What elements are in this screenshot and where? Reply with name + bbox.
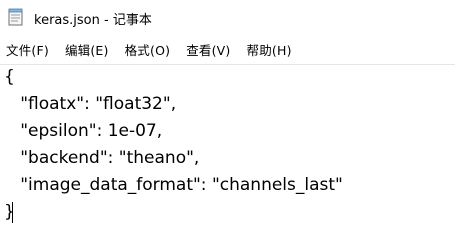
menu-help[interactable]: 帮助(H) [247, 40, 292, 59]
editor-line: { [4, 67, 15, 87]
menu-view[interactable]: 查看(V) [186, 40, 230, 59]
menu-file[interactable]: 文件(F) [6, 40, 49, 59]
title-bar[interactable]: keras.json - 记事本 [0, 0, 455, 34]
editor-line: "image_data_format": "channels_last" [4, 175, 343, 195]
menu-format[interactable]: 格式(O) [125, 40, 171, 59]
editor-line: "floatx": "float32", [4, 94, 177, 114]
editor-line: "epsilon": 1e-07, [4, 121, 163, 141]
text-caret [12, 202, 13, 223]
editor-line: } [4, 202, 15, 222]
window-title: keras.json - 记事本 [34, 13, 152, 28]
menu-edit[interactable]: 编辑(E) [65, 40, 109, 59]
editor-line: "backend": "theano", [4, 148, 200, 168]
notepad-icon [8, 8, 23, 26]
menu-bar: 文件(F) 编辑(E) 格式(O) 查看(V) 帮助(H) [0, 38, 455, 60]
